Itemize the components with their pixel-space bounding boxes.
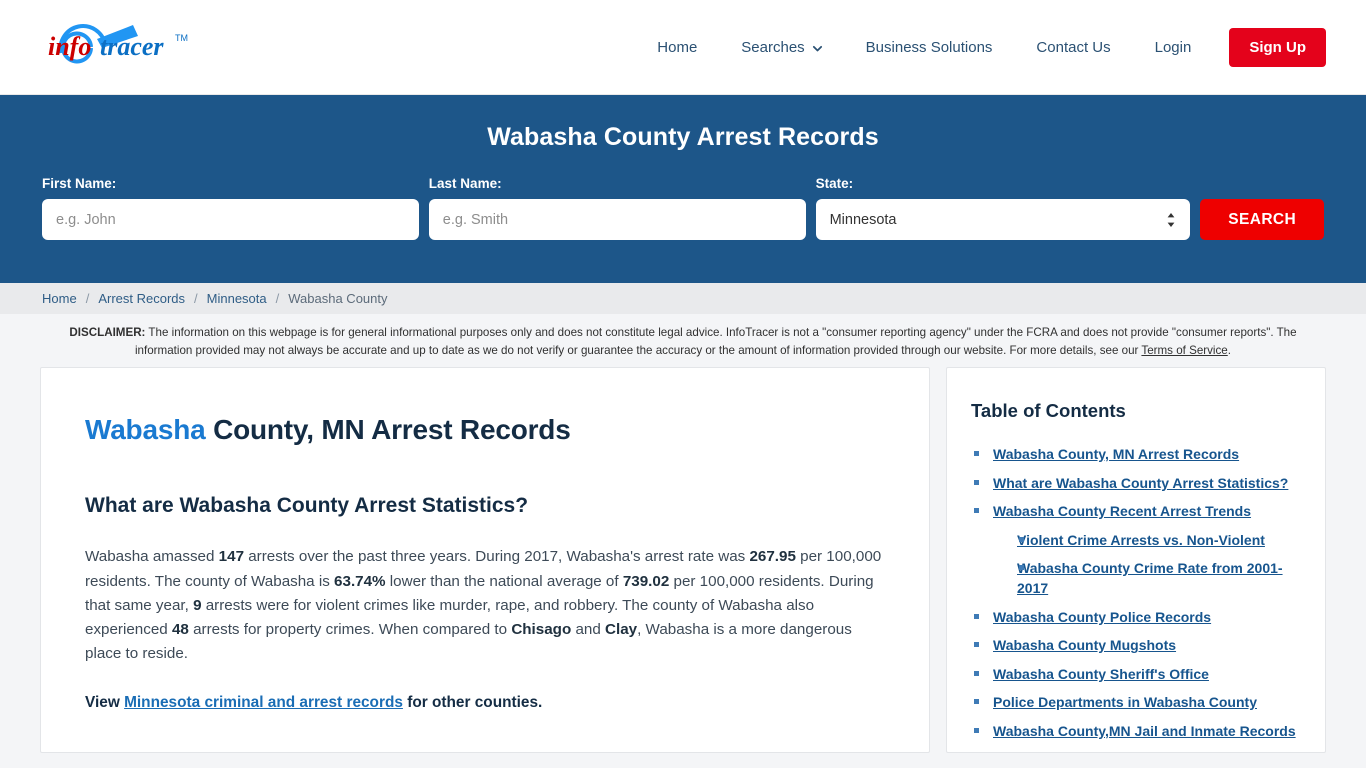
first-name-input[interactable] [42, 199, 419, 240]
disclaimer-banner: DISCLAIMER: The information on this webp… [0, 314, 1366, 368]
stat-violent-arrests: 9 [193, 596, 202, 614]
nav-label: Contact Us [1036, 38, 1111, 56]
article-title-highlight: Wabasha [85, 414, 206, 446]
minnesota-records-link[interactable]: Minnesota criminal and arrest records [124, 694, 403, 711]
state-label: State: [815, 176, 854, 191]
page-heading: Wabasha County Arrest Records [487, 123, 879, 151]
breadcrumb-item-home[interactable]: Home [42, 291, 77, 306]
disclaimer-label: DISCLAIMER: [69, 326, 146, 339]
toc-subitem[interactable]: Violent Crime Arrests vs. Non-Violent [993, 530, 1301, 550]
para-seg: arrests for property crimes. When compar… [188, 621, 512, 639]
breadcrumb-separator: / [275, 291, 280, 306]
toc-subitem[interactable]: Wabasha County Crime Rate from 2001-2017 [993, 558, 1301, 599]
article-subheading: What are Wabasha County Arrest Statistic… [85, 494, 529, 518]
nav-item-contact-us[interactable]: Contact Us [1014, 29, 1132, 66]
toc-sublist: Violent Crime Arrests vs. Non-Violent Wa… [993, 530, 1301, 599]
toc-link[interactable]: Wabasha County Mugshots [993, 637, 1176, 653]
para-seg: and [571, 621, 606, 639]
toc-link[interactable]: What are Wabasha County Arrest Statistic… [993, 475, 1288, 491]
state-field-group: State: Minnesota [815, 176, 1191, 240]
toc-link[interactable]: Wabasha County Recent Arrest Trends [993, 503, 1251, 519]
stat-percent-lower: 63.74% [334, 572, 386, 590]
state-select[interactable]: Minnesota [815, 199, 1191, 240]
nav-label: Searches [741, 38, 805, 56]
toc-item[interactable]: Wabasha County Mugshots [971, 635, 1301, 655]
last-name-input[interactable] [428, 199, 806, 240]
breadcrumb-item-current: Wabasha County [288, 291, 388, 306]
nav-label: Home [657, 38, 698, 56]
svg-text:TM: TM [175, 33, 188, 43]
nav-label: Business Solutions [865, 38, 993, 56]
article-title: Wabasha County, MN Arrest Records [85, 414, 885, 446]
para-seg: arrests over the past three years. Durin… [244, 548, 750, 566]
content-wrapper: Wabasha County, MN Arrest Records What a… [0, 367, 1366, 754]
first-name-field-group: First Name: [42, 176, 419, 240]
view-suffix: for other counties. [402, 693, 543, 711]
infotracer-logo[interactable]: info tracer TM [45, 17, 245, 77]
main-article-card: Wabasha County, MN Arrest Records What a… [40, 367, 930, 754]
terms-of-service-link[interactable]: Terms of Service [1141, 344, 1227, 357]
first-name-label: First Name: [42, 176, 117, 191]
breadcrumb-separator: / [85, 291, 90, 306]
nav-item-home[interactable]: Home [635, 29, 719, 66]
stat-national-average: 739.02 [622, 572, 670, 590]
view-prefix: View [85, 693, 125, 711]
toc-item[interactable]: Wabasha County Police Records [971, 607, 1301, 627]
disclaimer-text: The information on this webpage is for g… [134, 326, 1297, 357]
nav-item-login[interactable]: Login [1133, 29, 1214, 66]
toc-link[interactable]: Police Departments in Wabasha County [993, 694, 1257, 710]
site-header: info tracer TM Home Searches Business So… [0, 0, 1366, 95]
stat-arrest-rate: 267.95 [749, 548, 796, 566]
compare-county-1: Chisago [511, 621, 572, 639]
stat-total-arrests: 147 [218, 548, 245, 566]
disclaimer-suffix: . [1227, 343, 1231, 357]
view-other-counties-line: View Minnesota criminal and arrest recor… [85, 694, 885, 712]
stat-property-arrests: 48 [171, 621, 189, 639]
last-name-label: Last Name: [428, 176, 502, 191]
compare-county-2: Clay [605, 621, 638, 639]
article-paragraph: Wabasha amassed 147 arrests over the pas… [85, 545, 885, 667]
search-form: First Name: Last Name: State: Minnesota [40, 176, 1326, 240]
nav-label: Login [1154, 38, 1192, 56]
chevron-down-icon [812, 41, 822, 52]
toc-list: Wabasha County, MN Arrest Records What a… [971, 444, 1301, 741]
table-of-contents-card: Table of Contents Wabasha County, MN Arr… [946, 367, 1326, 754]
nav-item-business-solutions[interactable]: Business Solutions [844, 29, 1015, 66]
toc-item[interactable]: Wabasha County Sheriff's Office [971, 664, 1301, 684]
last-name-field-group: Last Name: [428, 176, 806, 240]
nav-item-searches[interactable]: Searches [719, 29, 843, 66]
toc-item[interactable]: What are Wabasha County Arrest Statistic… [971, 473, 1301, 493]
sign-up-button[interactable]: Sign Up [1229, 27, 1326, 67]
article-title-rest: County, MN Arrest Records [205, 414, 571, 446]
para-seg: lower than the national average of [385, 572, 623, 590]
breadcrumb: Home / Arrest Records / Minnesota / Waba… [0, 283, 1366, 314]
toc-link[interactable]: Wabasha County Sheriff's Office [993, 666, 1209, 682]
breadcrumb-separator: / [194, 291, 198, 306]
breadcrumb-item-minnesota[interactable]: Minnesota [207, 291, 267, 306]
breadcrumb-item-arrest-records[interactable]: Arrest Records [98, 291, 185, 306]
toc-item[interactable]: Wabasha County,MN Jail and Inmate Record… [971, 721, 1301, 741]
svg-text:info: info [48, 32, 91, 61]
toc-item[interactable]: Wabasha County Recent Arrest Trends Viol… [971, 501, 1301, 599]
toc-link[interactable]: Wabasha County,MN Jail and Inmate Record… [993, 723, 1296, 739]
toc-link[interactable]: Wabasha County, MN Arrest Records [993, 446, 1239, 462]
main-navigation: Home Searches Business Solutions Contact… [635, 27, 1326, 67]
toc-link[interactable]: Wabasha County Police Records [993, 609, 1211, 625]
toc-sublink[interactable]: Violent Crime Arrests vs. Non-Violent [1017, 532, 1265, 548]
search-button[interactable]: SEARCH [1200, 199, 1324, 240]
toc-sublink[interactable]: Wabasha County Crime Rate from 2001-2017 [1017, 560, 1283, 596]
toc-item[interactable]: Wabasha County, MN Arrest Records [971, 444, 1301, 464]
para-seg: Wabasha amassed [85, 548, 219, 566]
toc-title: Table of Contents [971, 400, 1126, 422]
logo-graphic: info tracer TM [48, 24, 188, 64]
svg-text:tracer: tracer [100, 32, 164, 61]
toc-item[interactable]: Police Departments in Wabasha County [971, 692, 1301, 712]
hero-search-band: Wabasha County Arrest Records First Name… [0, 95, 1366, 283]
